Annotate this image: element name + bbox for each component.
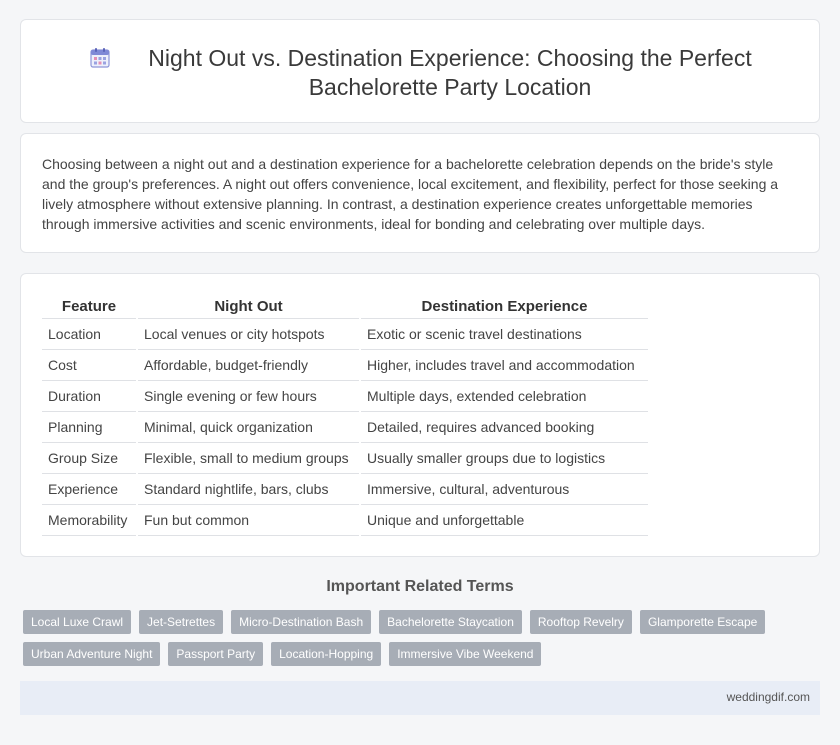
tag-passport-party[interactable]: Passport Party bbox=[168, 642, 264, 666]
night-out-cell: Standard nightlife, bars, clubs bbox=[136, 473, 360, 505]
night-out-cell: Minimal, quick organization bbox=[136, 411, 360, 443]
destination-cell: Usually smaller groups due to logistics bbox=[359, 442, 648, 474]
title-card: Night Out vs. Destination Experience: Ch… bbox=[20, 19, 820, 123]
table-row: Cost Affordable, budget-friendly Higher,… bbox=[42, 349, 648, 381]
destination-cell: Exotic or scenic travel destinations bbox=[359, 318, 648, 350]
footer: weddingdif.com bbox=[20, 681, 820, 715]
destination-cell: Immersive, cultural, adventurous bbox=[359, 473, 648, 505]
night-out-cell: Local venues or city hotspots bbox=[136, 318, 360, 350]
tag-immersive-vibe-weekend[interactable]: Immersive Vibe Weekend bbox=[389, 642, 542, 666]
destination-cell: Unique and unforgettable bbox=[359, 504, 648, 536]
intro-paragraph: Choosing between a night out and a desti… bbox=[42, 156, 779, 232]
comparison-table: Feature Night Out Destination Experience… bbox=[42, 294, 648, 536]
tag-jet-setrettes[interactable]: Jet-Setrettes bbox=[139, 610, 224, 634]
footer-site-link[interactable]: weddingdif.com bbox=[727, 690, 810, 704]
tag-row: Urban Adventure Night Passport Party Loc… bbox=[23, 642, 803, 666]
feature-cell: Group Size bbox=[42, 442, 137, 474]
table-row: Duration Single evening or few hours Mul… bbox=[42, 380, 648, 412]
related-terms-heading: Important Related Terms bbox=[326, 578, 514, 595]
tag-micro-destination-bash[interactable]: Micro-Destination Bash bbox=[231, 610, 372, 634]
table-row: Location Local venues or city hotspots E… bbox=[42, 318, 648, 350]
tag-glamporette-escape[interactable]: Glamporette Escape bbox=[639, 610, 766, 634]
header-destination: Destination Experience bbox=[359, 294, 648, 319]
tag-location-hopping[interactable]: Location-Hopping bbox=[271, 642, 382, 666]
table-row: Memorability Fun but common Unique and u… bbox=[42, 504, 648, 536]
table-row: Planning Minimal, quick organization Det… bbox=[42, 411, 648, 443]
destination-cell: Higher, includes travel and accommodatio… bbox=[359, 349, 648, 381]
page-title: Night Out vs. Destination Experience: Ch… bbox=[148, 45, 752, 100]
header-night-out: Night Out bbox=[136, 294, 360, 319]
night-out-cell: Single evening or few hours bbox=[136, 380, 360, 412]
destination-cell: Multiple days, extended celebration bbox=[359, 380, 648, 412]
feature-cell: Experience bbox=[42, 473, 137, 505]
destination-cell: Detailed, requires advanced booking bbox=[359, 411, 648, 443]
tag-urban-adventure-night[interactable]: Urban Adventure Night bbox=[23, 642, 161, 666]
feature-cell: Duration bbox=[42, 380, 137, 412]
night-out-cell: Fun but common bbox=[136, 504, 360, 536]
intro-card: Choosing between a night out and a desti… bbox=[20, 133, 820, 253]
related-terms-tags: Local Luxe Crawl Jet-Setrettes Micro-Des… bbox=[23, 610, 803, 674]
table-row: Experience Standard nightlife, bars, clu… bbox=[42, 473, 648, 505]
tag-bachelorette-staycation[interactable]: Bachelorette Staycation bbox=[379, 610, 522, 634]
feature-cell: Cost bbox=[42, 349, 137, 381]
feature-cell: Planning bbox=[42, 411, 137, 443]
feature-cell: Location bbox=[42, 318, 137, 350]
night-out-cell: Flexible, small to medium groups bbox=[136, 442, 360, 474]
tag-rooftop-revelry[interactable]: Rooftop Revelry bbox=[529, 610, 632, 634]
table-header-row: Feature Night Out Destination Experience bbox=[42, 294, 648, 319]
table-row: Group Size Flexible, small to medium gro… bbox=[42, 442, 648, 474]
tag-row: Local Luxe Crawl Jet-Setrettes Micro-Des… bbox=[23, 610, 803, 634]
tag-local-luxe-crawl[interactable]: Local Luxe Crawl bbox=[23, 610, 132, 634]
comparison-card: Feature Night Out Destination Experience… bbox=[20, 273, 820, 557]
header-feature: Feature bbox=[42, 294, 137, 319]
night-out-cell: Affordable, budget-friendly bbox=[136, 349, 360, 381]
feature-cell: Memorability bbox=[42, 504, 137, 536]
